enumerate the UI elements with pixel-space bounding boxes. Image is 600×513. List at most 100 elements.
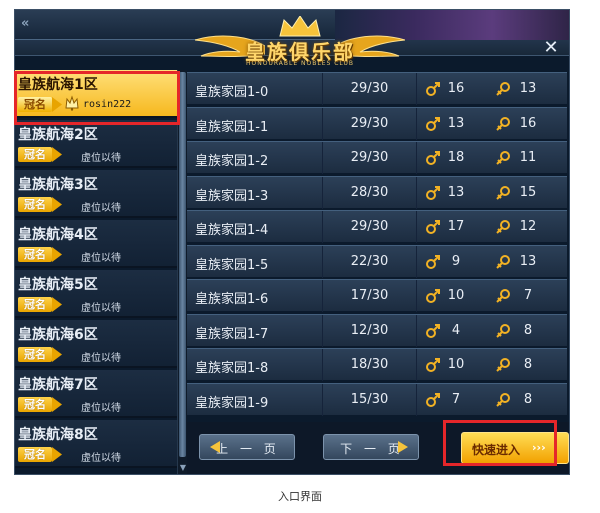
club-window: « ✕ 皇族俱乐部 HONOURABLE NOBLES CLUB 皇族航海1区冠… [14, 9, 570, 475]
female-count: 13 [519, 253, 537, 269]
female-count: 8 [523, 322, 533, 338]
quick-enter-label: 快速进入 [472, 443, 521, 457]
room-row[interactable]: 皇族家园1-8 18/30 10 8 [187, 348, 567, 381]
female-count: 12 [519, 219, 537, 234]
server-name: 皇族航海4区 [18, 227, 98, 243]
male-count: 10 [447, 357, 465, 372]
page: « ✕ 皇族俱乐部 HONOURABLE NOBLES CLUB 皇族航海1区冠… [0, 0, 600, 513]
male-count: 4 [451, 322, 461, 338]
scrollbar-thumb[interactable] [179, 72, 186, 457]
figure-caption: 入口界面 [278, 490, 322, 503]
prev-page-label: 上 一 页 [216, 442, 280, 456]
room-name: 皇族家园1-5 [195, 257, 269, 273]
room-row[interactable]: 皇族家园1-9 15/30 7 8 [187, 382, 567, 416]
room-row[interactable]: 皇族家园1-2 29/30 18 11 [187, 141, 567, 174]
next-page-button[interactable]: 下 一 页 [323, 434, 419, 460]
female-count: 13 [519, 81, 537, 96]
room-row[interactable]: 皇族家园1-7 12/30 4 8 [187, 313, 567, 347]
badge-arrow-icon [52, 247, 62, 262]
crown-icon [279, 16, 321, 37]
crown-icon [65, 95, 79, 111]
server-item[interactable]: 皇族航海7区 冠名 虚位以待 [15, 370, 177, 418]
title-badge: 冠名 [18, 347, 52, 362]
title-badge: 冠名 [18, 447, 52, 462]
badge-arrow-icon [52, 347, 62, 362]
server-item[interactable]: 皇族航海3区 冠名 虚位以待 [15, 170, 177, 218]
male-icon [425, 116, 441, 132]
server-item[interactable]: 皇族航海5区 冠名 虚位以待 [15, 270, 177, 318]
club-title: 皇族俱乐部 [245, 40, 355, 64]
badge-arrow-icon [52, 197, 62, 212]
club-logo: 皇族俱乐部 HONOURABLE NOBLES CLUB [195, 16, 405, 72]
server-name: 皇族航海1区 [18, 77, 98, 93]
room-name: 皇族家园1-1 [195, 119, 269, 135]
title-badge: 冠名 [18, 147, 52, 162]
room-row[interactable]: 皇族家园1-1 29/30 13 16 [187, 106, 567, 140]
room-name: 皇族家园1-2 [195, 154, 269, 169]
male-count: 18 [447, 150, 465, 165]
back-arrow-icon[interactable]: « [21, 16, 43, 34]
room-name: 皇族家园1-8 [195, 361, 269, 376]
server-name: 皇族航海7区 [18, 377, 98, 393]
room-capacity: 29/30 [322, 142, 417, 174]
room-list: 皇族家园1-0 29/30 16 13 皇族家园1-1 29/30 13 16 皇族家园1-2 2… [187, 72, 569, 422]
female-icon [495, 81, 511, 97]
male-count: 7 [451, 391, 461, 407]
room-capacity: 22/30 [322, 245, 417, 278]
server-name: 皇族航海5区 [18, 277, 98, 293]
male-count: 10 [447, 288, 465, 303]
female-icon [495, 116, 511, 132]
title-badge: 冠名 [18, 97, 52, 112]
room-name: 皇族家园1-9 [195, 395, 269, 411]
close-button[interactable]: ✕ [539, 38, 563, 58]
badge-arrow-icon [52, 147, 62, 162]
male-count: 16 [447, 81, 465, 96]
room-name: 皇族家园1-6 [195, 292, 269, 307]
server-item[interactable]: 皇族航海2区 冠名 虚位以待 [15, 120, 177, 168]
title-badge: 冠名 [18, 297, 52, 312]
title-badge: 冠名 [18, 397, 52, 412]
female-icon [495, 254, 511, 270]
room-row[interactable]: 皇族家园1-6 17/30 10 7 [187, 279, 567, 312]
server-item[interactable]: 皇族航海8区 冠名 虚位以待 [15, 420, 177, 468]
prev-page-button[interactable]: 上 一 页 [199, 434, 295, 460]
male-icon [425, 185, 441, 201]
server-name: 皇族航海2区 [18, 127, 98, 143]
male-icon [425, 219, 441, 235]
room-capacity: 18/30 [322, 349, 417, 381]
female-count: 7 [523, 288, 533, 303]
female-icon [495, 392, 511, 408]
room-capacity: 15/30 [322, 383, 417, 416]
badge-arrow-icon [52, 447, 62, 462]
server-item[interactable]: 皇族航海4区 冠名 虚位以待 [15, 220, 177, 268]
room-capacity: 17/30 [322, 280, 417, 312]
room-name: 皇族家园1-7 [195, 326, 269, 342]
room-capacity: 28/30 [322, 176, 417, 209]
room-row[interactable]: 皇族家园1-3 28/30 13 15 [187, 175, 567, 209]
male-count: 17 [447, 219, 465, 234]
server-item[interactable]: 皇族航海1区 冠名 rosin222 [15, 70, 177, 118]
male-icon [425, 288, 441, 304]
quick-enter-arrows: ››› [532, 441, 546, 454]
server-owner-status: rosin222 [83, 99, 132, 110]
server-owner-status: 虚位以待 [81, 203, 121, 214]
badge-arrow-icon [52, 297, 62, 312]
male-count: 13 [447, 184, 465, 200]
server-list-scrollbar[interactable]: ▼ [177, 70, 187, 474]
server-name: 皇族航海3区 [18, 177, 98, 193]
room-row[interactable]: 皇族家园1-5 22/30 9 13 [187, 244, 567, 278]
room-capacity: 29/30 [322, 107, 417, 140]
room-row[interactable]: 皇族家园1-0 29/30 16 13 [187, 72, 567, 105]
male-icon [425, 81, 441, 97]
female-count: 8 [523, 391, 533, 407]
quick-enter-button[interactable]: 快速进入 ››› [461, 432, 569, 464]
female-count: 8 [523, 357, 533, 372]
male-icon [425, 254, 441, 270]
male-icon [425, 150, 441, 166]
server-item[interactable]: 皇族航海6区 冠名 虚位以待 [15, 320, 177, 368]
server-name: 皇族航海6区 [18, 327, 98, 343]
room-row[interactable]: 皇族家园1-4 29/30 17 12 [187, 210, 567, 243]
server-owner-status: 虚位以待 [81, 403, 121, 414]
title-badge: 冠名 [18, 197, 52, 212]
female-icon [495, 357, 511, 373]
